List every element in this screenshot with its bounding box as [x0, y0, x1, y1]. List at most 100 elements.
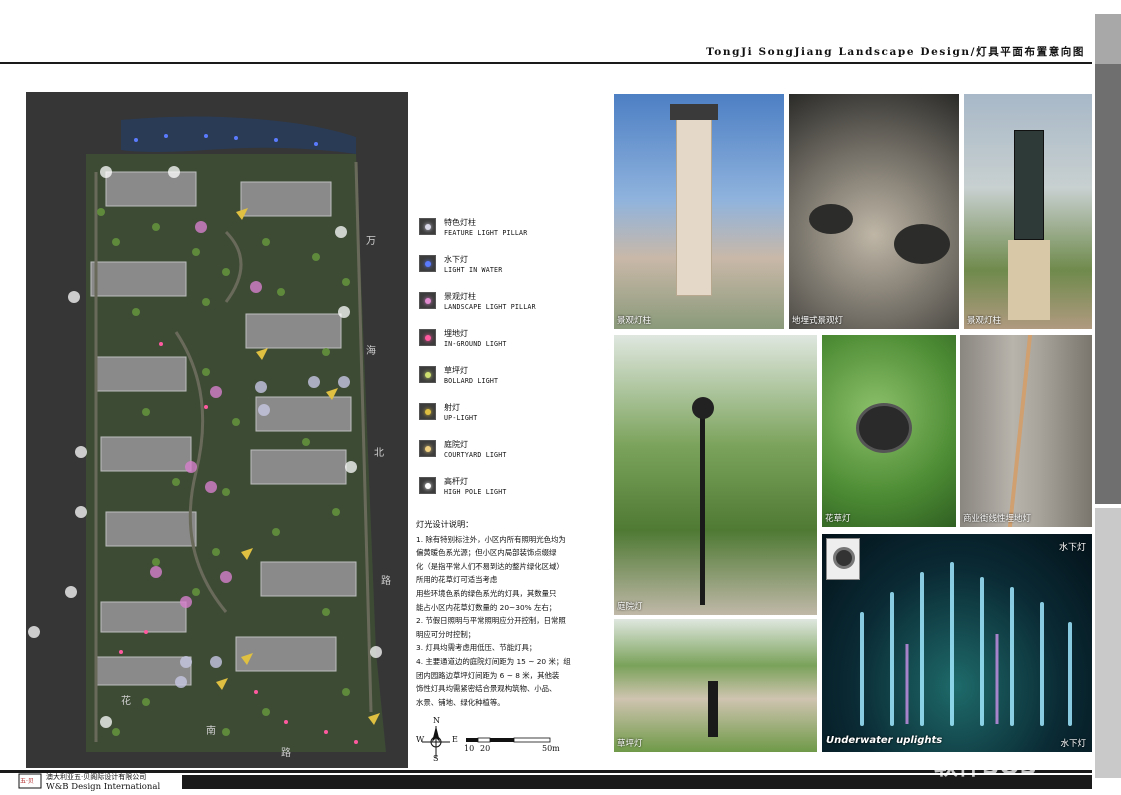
- legend: 特色灯柱 FEATURE LIGHT PILLAR 水下灯 LIGHT IN W…: [416, 214, 606, 510]
- logo-text: 五·贝: [20, 778, 34, 785]
- legend-label-en: LIGHT IN WATER: [444, 266, 503, 274]
- legend-label-cn: 草坪灯: [444, 366, 468, 375]
- side-tab-top: [1095, 14, 1121, 64]
- legend-swatch: [419, 440, 436, 457]
- side-strip: [1095, 64, 1121, 504]
- photo-caption: 草坪灯: [617, 739, 643, 749]
- legend-swatch: [419, 255, 436, 272]
- legend-label-en: COURTYARD LIGHT: [444, 451, 507, 459]
- header-rule: [0, 62, 1092, 64]
- legend-label-en: IN-GROUND LIGHT: [444, 340, 507, 348]
- lighting-site-plan: 万 海 北 路 花 南 路: [26, 92, 408, 768]
- site-plan-drawing: [28, 116, 386, 752]
- scale-50: 50m: [542, 744, 560, 753]
- legend-label-en: HIGH POLE LIGHT: [444, 488, 507, 496]
- lamp-head: [692, 397, 714, 419]
- photo-underwater-light: 水下灯 Underwater uplights 水下灯: [822, 534, 1092, 752]
- pole-shape: [700, 405, 705, 605]
- legend-label-cn: 庭院灯: [444, 440, 468, 449]
- design-notes: 灯光设计说明： 1. 除有特别标注外，小区内所有照明光色均为 偏黄暖色系光源；但…: [416, 518, 608, 709]
- legend-item-bollard: 草坪灯 BOLLARD LIGHT: [416, 362, 606, 399]
- compass-n: N: [433, 716, 440, 725]
- light-dot-icon: [425, 446, 431, 452]
- scale-20: 20: [480, 744, 491, 753]
- company-name-en: W&B Design International: [46, 782, 161, 792]
- light-dot-icon: [425, 224, 431, 230]
- note-line: 化（是指平常人们不易到达的整片绿化区域）: [416, 561, 564, 571]
- photo-caption: 地埋式景观灯: [792, 316, 844, 326]
- legend-label-en: LANDSCAPE LIGHT PILLAR: [444, 303, 536, 311]
- light-dot-icon: [425, 335, 431, 341]
- photo-caption: 水下灯: [1060, 739, 1086, 749]
- legend-label-cn: 景观灯柱: [444, 292, 476, 301]
- light-dot-icon: [425, 298, 431, 304]
- page-title: TongJi SongJiang Landscape Design/灯具平面布置…: [706, 46, 1085, 58]
- fixture-thumbnail: [826, 538, 860, 580]
- road-label: 花: [121, 696, 131, 707]
- planter-shape: [894, 224, 950, 264]
- linear-light-strip: [1007, 335, 1033, 527]
- legend-item-in-ground: 埋地灯 IN-GROUND LIGHT: [416, 325, 606, 362]
- legend-label-cn: 射灯: [444, 403, 460, 412]
- photo-caption: 花草灯: [825, 514, 851, 524]
- compass-e: E: [452, 735, 458, 744]
- legend-item-up-light: 射灯 UP-LIGHT: [416, 399, 606, 436]
- legend-label-cn: 水下灯: [444, 255, 468, 264]
- note-line: 2. 节假日照明与平常照明应分开控制，日常照: [416, 616, 566, 626]
- compass-rose-icon: [422, 726, 551, 758]
- legend-label-cn: 高杆灯: [444, 477, 468, 486]
- photo-linear-in-ground: 商业街线性埋地灯: [960, 335, 1092, 527]
- legend-item-high-pole: 高杆灯 HIGH POLE LIGHT: [416, 473, 606, 510]
- compass-scale: N S W E 10 20 50m: [416, 716, 578, 768]
- pillar-shape: [676, 116, 712, 296]
- photo-caption: 景观灯柱: [617, 316, 652, 326]
- photo-landscape-pillar-1: 景观灯柱: [614, 94, 784, 329]
- photo-bollard-light: 草坪灯: [614, 619, 817, 752]
- road-label: 万: [366, 236, 376, 247]
- note-line: 饰性灯具均需紧密结合景观构筑物、小品、: [416, 684, 557, 694]
- note-line: 团内园路边草坪灯间距为 6 ~ 8 米，其他装: [416, 670, 560, 680]
- legend-label-en: FEATURE LIGHT PILLAR: [444, 229, 528, 237]
- lantern-shape: [1014, 130, 1044, 240]
- road-label: 南: [206, 726, 216, 737]
- lamp-shape: [856, 403, 912, 453]
- company-name-cn: 澳大利亚五·贝阁际设计有限公司: [46, 773, 147, 781]
- photo-landscape-pillar-2: 景观灯柱: [964, 94, 1092, 329]
- legend-label-en: BOLLARD LIGHT: [444, 377, 499, 385]
- note-line: 用些环境色系的绿色系光的灯具，其数量只: [416, 588, 557, 598]
- note-line: 1. 除有特别标注外，小区内所有照明光色均为: [416, 534, 566, 544]
- legend-item-landscape-pillar: 景观灯柱 LANDSCAPE LIGHT PILLAR: [416, 288, 606, 325]
- note-line: 所用的花草灯可适当考虑: [416, 575, 498, 585]
- watermark: 软件SOS: [934, 752, 1037, 780]
- photo-caption-en: Underwater uplights: [826, 735, 943, 746]
- photo-in-ground-light: 地埋式景观灯: [789, 94, 959, 329]
- photo-flower-light: 花草灯: [822, 335, 956, 527]
- light-dot-icon: [425, 483, 431, 489]
- company-logo: 五·贝: [18, 772, 42, 790]
- light-dot-icon: [425, 409, 431, 415]
- scale-10: 10: [464, 744, 475, 753]
- note-line: 偏黄暖色系光源；但小区内局部装饰点缀绿: [416, 548, 557, 558]
- legend-label-cn: 埋地灯: [444, 329, 468, 338]
- light-dot-icon: [425, 372, 431, 378]
- notes-title: 灯光设计说明：: [416, 519, 474, 529]
- fountain-jets: [860, 562, 1072, 726]
- pillar-cap: [670, 104, 718, 120]
- photo-caption: 景观灯柱: [967, 316, 1002, 326]
- legend-item-light-in-water: 水下灯 LIGHT IN WATER: [416, 251, 606, 288]
- note-line: 3. 灯具均需考虑用低压、节能灯具；: [416, 643, 537, 653]
- pond: [121, 116, 356, 154]
- legend-item-feature-pillar: 特色灯柱 FEATURE LIGHT PILLAR: [416, 214, 606, 251]
- road-label: 路: [381, 576, 391, 587]
- legend-item-courtyard: 庭院灯 COURTYARD LIGHT: [416, 436, 606, 473]
- road-label: 路: [281, 748, 291, 759]
- compass-s: S: [433, 754, 439, 763]
- planter-shape: [809, 204, 853, 234]
- legend-label-cn: 特色灯柱: [444, 218, 476, 227]
- compass-w: W: [416, 735, 425, 744]
- photo-caption: 水下灯: [1058, 543, 1086, 553]
- road-label: 海: [366, 346, 376, 357]
- bollard-shape: [708, 681, 718, 737]
- note-line: 水景、铺地、绿化种植等。: [416, 697, 505, 707]
- note-line: 4. 主要通道边的庭院灯间距为 15 ~ 20 米；组: [416, 656, 571, 666]
